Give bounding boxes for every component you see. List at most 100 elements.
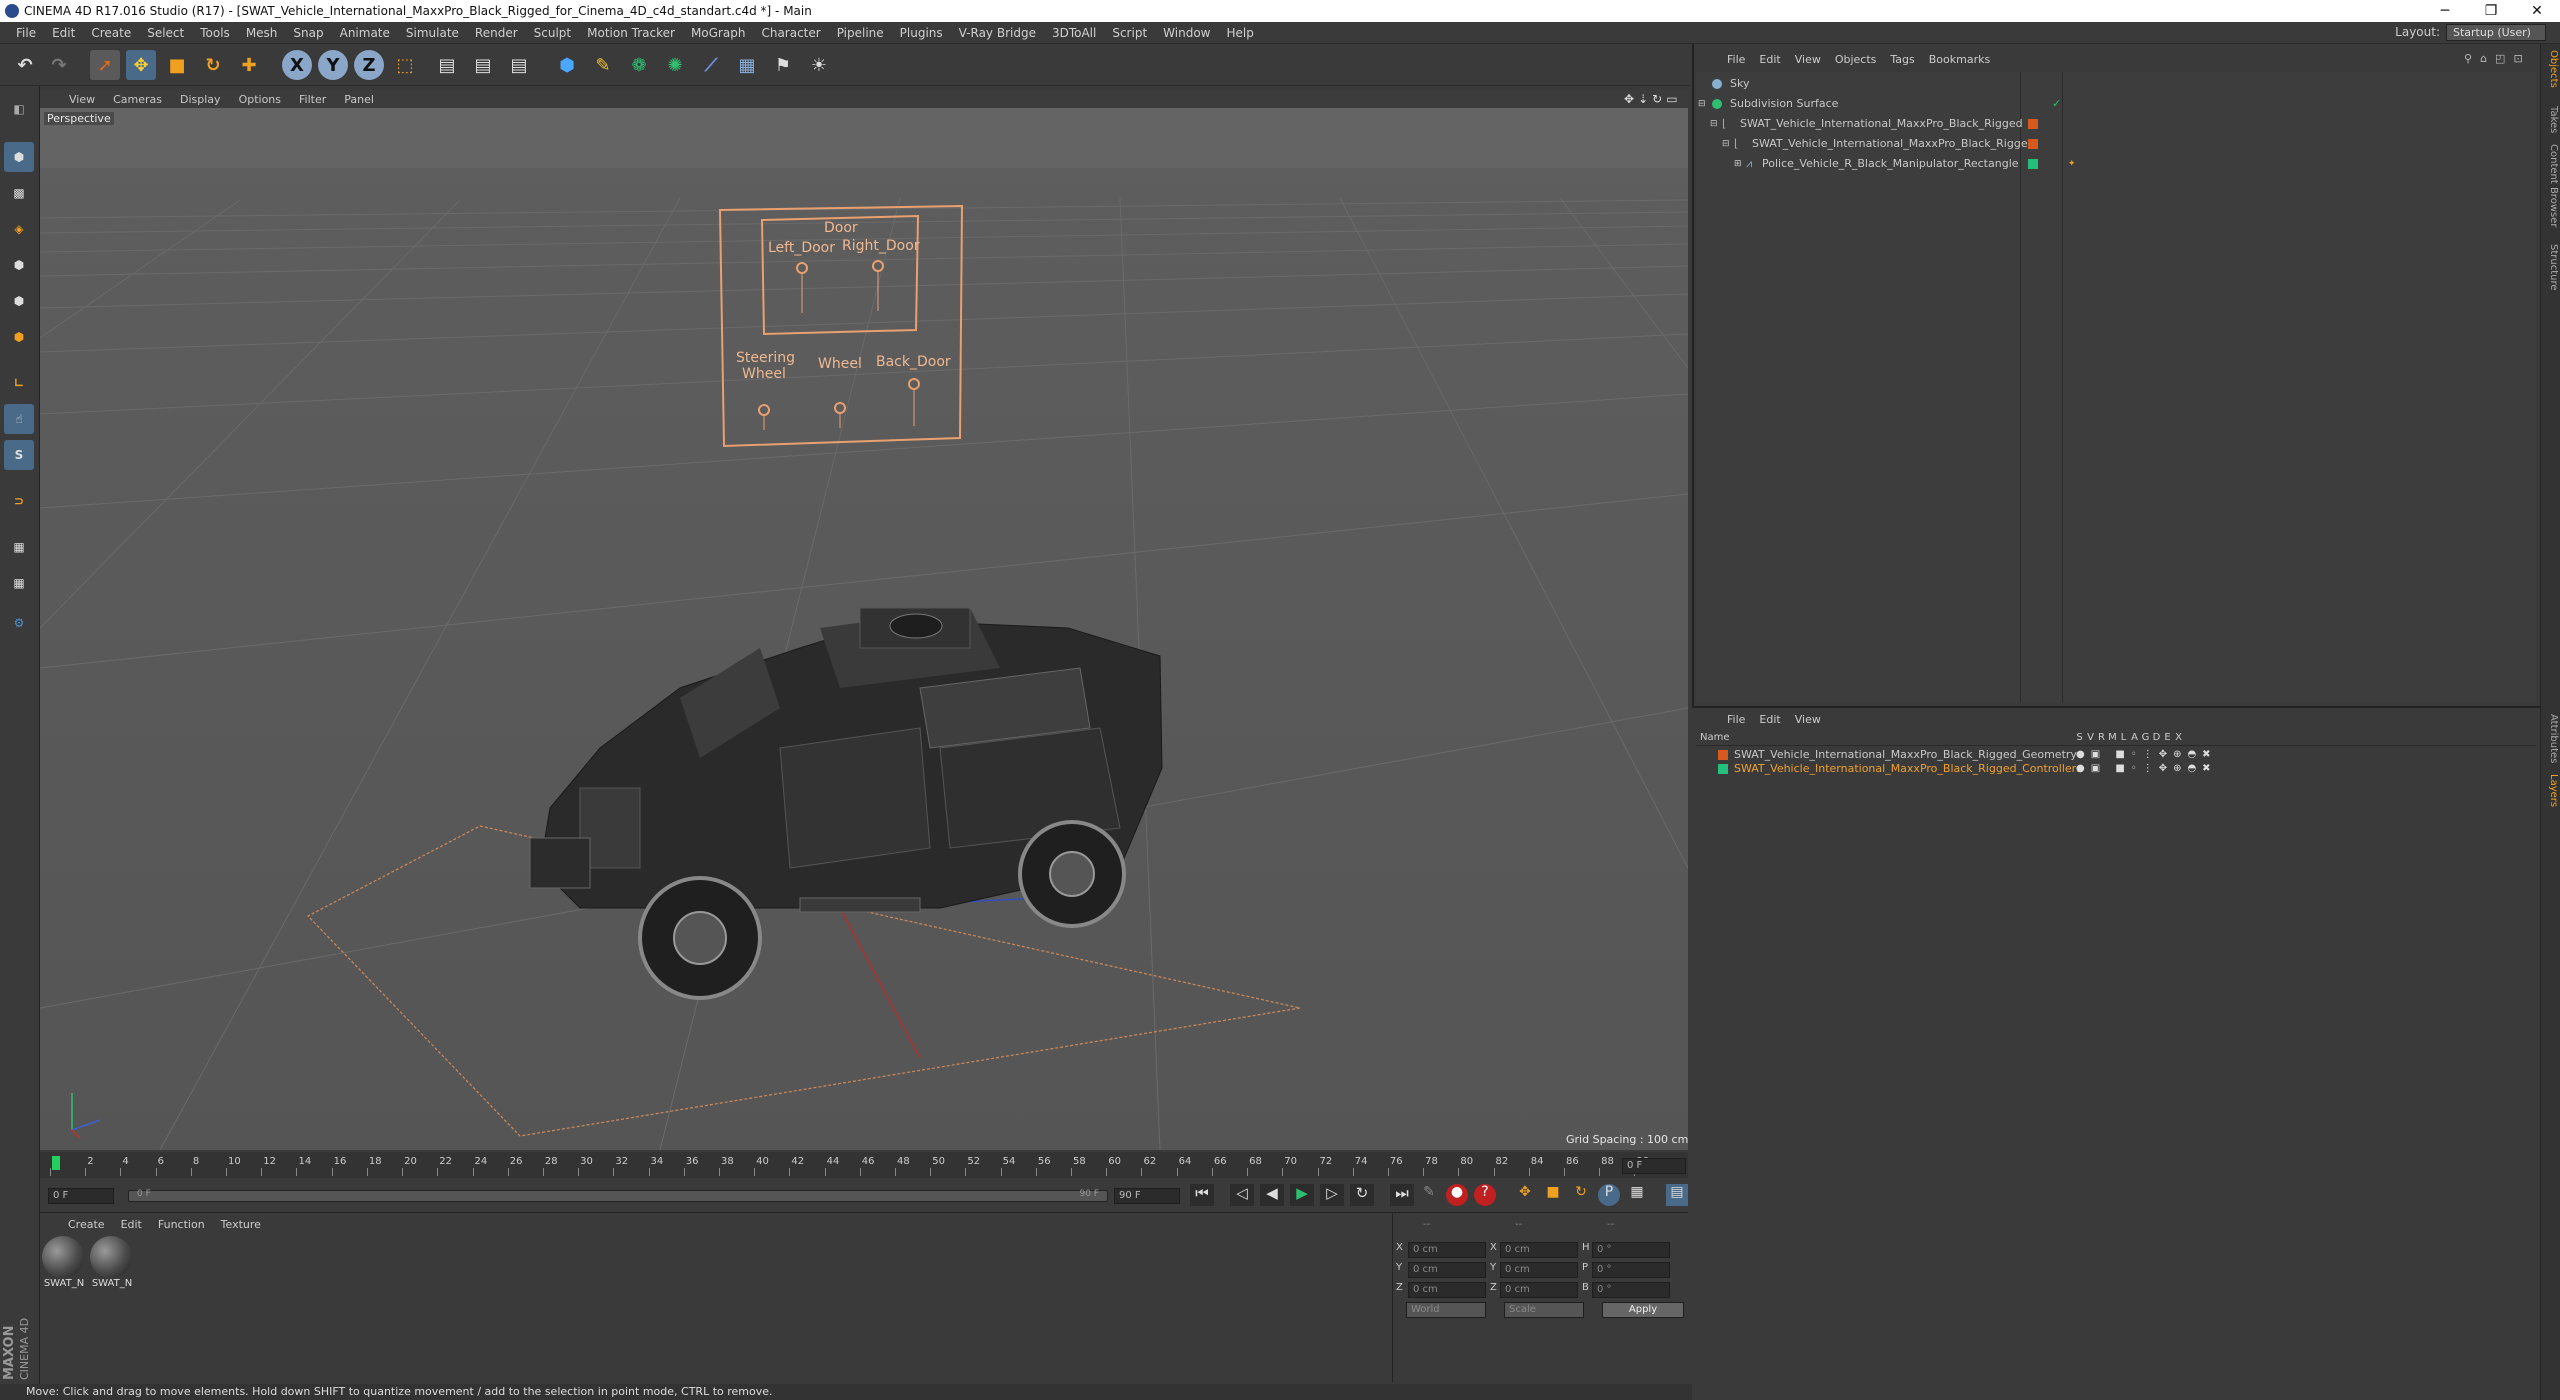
coord-value-field[interactable]: 0 cm xyxy=(1408,1242,1486,1258)
current-frame-field[interactable]: 0 F xyxy=(1622,1158,1686,1174)
scale-tool-icon[interactable]: ■ xyxy=(162,50,192,80)
y-axis-lock-icon[interactable]: Y xyxy=(318,50,348,80)
material-menu-create[interactable]: Create xyxy=(60,1218,113,1231)
apply-button[interactable]: Apply xyxy=(1602,1302,1684,1318)
rotate-tool-icon[interactable]: ↻ xyxy=(198,50,228,80)
menu-file[interactable]: File xyxy=(8,26,44,40)
object-menu-bookmarks[interactable]: Bookmarks xyxy=(1922,53,1997,66)
coord-value-field[interactable]: 0 ° xyxy=(1592,1282,1670,1298)
live-tool-icon[interactable]: ✚ xyxy=(234,50,264,80)
menu-help[interactable]: Help xyxy=(1218,26,1261,40)
material-menu-texture[interactable]: Texture xyxy=(213,1218,269,1231)
deformer-icon[interactable]: ⟋ xyxy=(696,50,726,80)
expand-toggle-icon[interactable]: ⊟ xyxy=(1710,114,1718,134)
undo-icon[interactable]: ↶ xyxy=(10,50,40,80)
material-menu-edit[interactable]: Edit xyxy=(113,1218,150,1231)
menu-animate[interactable]: Animate xyxy=(332,26,398,40)
camera-label[interactable]: Perspective xyxy=(44,112,114,125)
key-scale-icon[interactable]: ■ xyxy=(1542,1184,1564,1206)
layer-menu-file[interactable]: File xyxy=(1720,713,1752,726)
menu-mograph[interactable]: MoGraph xyxy=(683,26,754,40)
layer-menu-view[interactable]: View xyxy=(1788,713,1828,726)
menu-render[interactable]: Render xyxy=(467,26,526,40)
menu-motion-tracker[interactable]: Motion Tracker xyxy=(579,26,683,40)
menu-script[interactable]: Script xyxy=(1104,26,1155,40)
material-swatch-2[interactable]: SWAT_N xyxy=(90,1236,134,1294)
key-rotation-icon[interactable]: ↻ xyxy=(1570,1184,1592,1206)
tweak-mode-icon[interactable]: ☝ xyxy=(4,404,34,434)
maximize-button[interactable]: ❐ xyxy=(2468,0,2514,22)
move-tool-icon[interactable]: ✥ xyxy=(126,50,156,80)
layer-flag-header[interactable]: E xyxy=(2162,732,2173,743)
autokey-icon[interactable]: ? xyxy=(1474,1184,1496,1206)
layer-color-swatch[interactable] xyxy=(1718,764,1728,774)
menu-simulate[interactable]: Simulate xyxy=(398,26,467,40)
snap-icon[interactable]: S xyxy=(4,440,34,470)
start-frame-field[interactable]: 0 F xyxy=(48,1188,114,1204)
layer-flag-header[interactable]: D xyxy=(2151,732,2162,743)
layer-row-controllers[interactable]: SWAT_Vehicle_International_MaxxPro_Black… xyxy=(1696,762,2536,776)
record-icon[interactable]: ● xyxy=(1446,1184,1468,1206)
goto-end-icon[interactable]: ⏭ xyxy=(1390,1184,1414,1206)
side-tab-attributes[interactable]: Attributes xyxy=(2543,714,2559,763)
floor-icon[interactable]: ▦ xyxy=(732,50,762,80)
dolly-icon[interactable]: ⇣ xyxy=(1638,92,1648,106)
close-button[interactable]: ✕ xyxy=(2514,0,2560,22)
menu-create[interactable]: Create xyxy=(83,26,139,40)
layer-flag-header[interactable]: V xyxy=(2085,732,2096,743)
viewport-menu-filter[interactable]: Filter xyxy=(290,93,335,106)
layer-color-swatch[interactable] xyxy=(1718,750,1728,760)
object-row-rig-root[interactable]: ⊟ ⌊ SWAT_Vehicle_International_MaxxPro_B… xyxy=(1696,114,2536,134)
viewport-canvas[interactable] xyxy=(40,108,1688,1150)
viewport-menu-panel[interactable]: Panel xyxy=(335,93,383,106)
side-tab-takes[interactable]: Takes xyxy=(2543,106,2559,133)
render-settings-icon[interactable]: ▤ xyxy=(504,50,534,80)
menu-select[interactable]: Select xyxy=(139,26,192,40)
texture-mode-icon[interactable]: ▩ xyxy=(4,178,34,208)
spline-pen-icon[interactable]: ✎ xyxy=(588,50,618,80)
expand-toggle-icon[interactable]: ⊟ xyxy=(1722,134,1730,154)
layer-menu-edit[interactable]: Edit xyxy=(1752,713,1787,726)
model-mode-icon[interactable]: ⬢ xyxy=(4,142,34,172)
object-row-sky[interactable]: Sky xyxy=(1696,74,2536,94)
solo-mode-icon[interactable]: ▦ xyxy=(4,568,34,598)
tag-icon[interactable]: ✦ xyxy=(2068,154,2076,174)
previous-frame-icon[interactable]: ◀ xyxy=(1260,1184,1284,1206)
menu-3dtoall[interactable]: 3DToAll xyxy=(1044,26,1104,40)
layer-flag-icons[interactable]: ●▣ ■◦⋮✥⊕◓✖ xyxy=(2076,762,2217,776)
lock-icon[interactable]: ⊡ xyxy=(2513,52,2522,65)
menu-snap[interactable]: Snap xyxy=(285,26,331,40)
magnet-icon[interactable]: ⊃ xyxy=(4,486,34,516)
material-menu-function[interactable]: Function xyxy=(150,1218,213,1231)
points-mode-icon[interactable]: ⬢ xyxy=(4,250,34,280)
maximize-view-icon[interactable]: ▭ xyxy=(1666,92,1677,106)
key-position-icon[interactable]: ✥ xyxy=(1514,1184,1536,1206)
layer-flag-header[interactable]: S xyxy=(2074,732,2085,743)
object-menu-edit[interactable]: Edit xyxy=(1752,53,1787,66)
layer-flag-header[interactable]: A xyxy=(2129,732,2140,743)
keyframe-mode-icon[interactable]: ✎ xyxy=(1418,1184,1440,1206)
python-icon[interactable]: ⚙ xyxy=(4,608,34,638)
coord-value-field[interactable]: 0 ° xyxy=(1592,1262,1670,1278)
coord-value-field[interactable]: 0 cm xyxy=(1500,1262,1578,1278)
coord-value-field[interactable]: 0 cm xyxy=(1500,1242,1578,1258)
edges-mode-icon[interactable]: ⬢ xyxy=(4,286,34,316)
next-frame-icon[interactable]: ▷ xyxy=(1320,1184,1344,1206)
timeline-window-icon[interactable]: ▤ xyxy=(1666,1184,1688,1206)
viewport-menu-display[interactable]: Display xyxy=(171,93,230,106)
object-menu-objects[interactable]: Objects xyxy=(1828,53,1884,66)
menu-mesh[interactable]: Mesh xyxy=(238,26,286,40)
menu-pipeline[interactable]: Pipeline xyxy=(829,26,892,40)
layer-flag-header[interactable]: M xyxy=(2107,732,2118,743)
enabled-check-icon[interactable]: ✓ xyxy=(2052,94,2061,114)
side-tab-structure[interactable]: Structure xyxy=(2543,244,2559,291)
coordinate-mode-select[interactable]: World xyxy=(1406,1302,1486,1318)
layer-flag-icons[interactable]: ●▣ ■◦⋮✥⊕◓✖ xyxy=(2076,748,2217,762)
orbit-icon[interactable]: ↻ xyxy=(1652,92,1662,106)
menu-window[interactable]: Window xyxy=(1155,26,1218,40)
expand-toggle-icon[interactable]: ⊟ xyxy=(1698,94,1706,114)
object-menu-file[interactable]: File xyxy=(1720,53,1752,66)
viewport-menu-cameras[interactable]: Cameras xyxy=(104,93,171,106)
polygons-mode-icon[interactable]: ⬢ xyxy=(4,322,34,352)
expand-toggle-icon[interactable]: ⊞ xyxy=(1734,154,1742,174)
